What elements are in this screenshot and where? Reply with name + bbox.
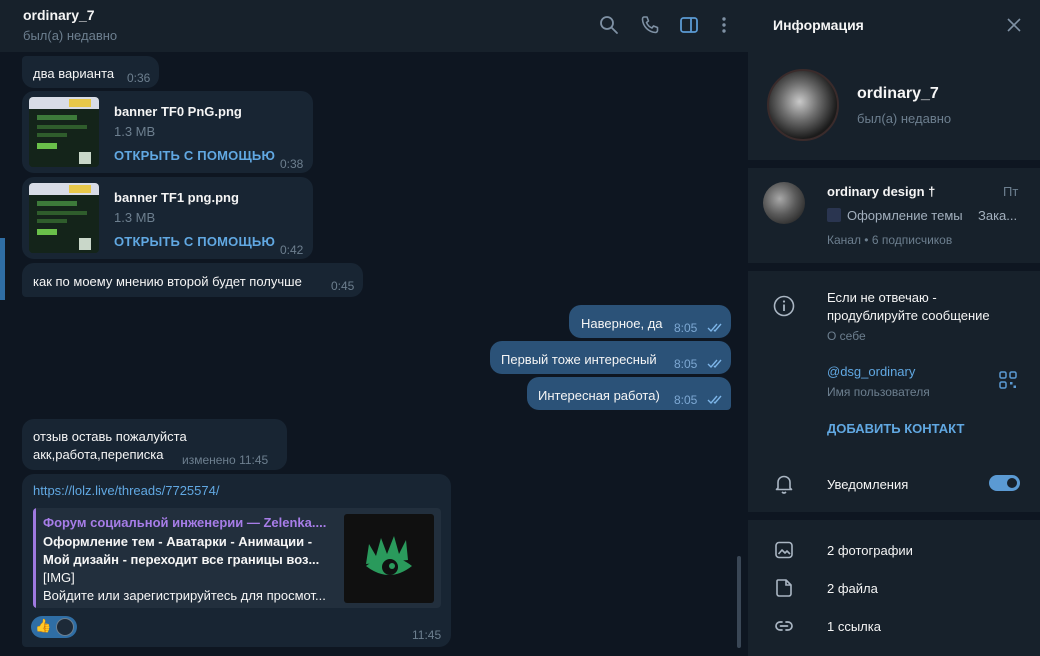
- preview-description: Войдите или зарегистрируйтесь для просмо…: [43, 588, 326, 603]
- channel-last-post-day: Пт: [1003, 184, 1019, 199]
- info-panel: Информация ordinary_7 был(а) недавно ord…: [748, 0, 1040, 656]
- link-preview[interactable]: Форум социальной инженерии — Zelenka....…: [33, 508, 441, 608]
- bio-text: продублируйте сообщение: [827, 308, 990, 323]
- reactor-avatar: [56, 618, 74, 636]
- selection-indicator: [0, 238, 5, 300]
- username-label: Имя пользователя: [827, 385, 930, 399]
- photo-icon: [772, 538, 796, 562]
- profile-name: ordinary_7: [857, 85, 939, 102]
- channel-last-post-extra: Зака...: [978, 208, 1018, 223]
- message-time: 0:45: [331, 279, 355, 293]
- message-time: 8:05: [674, 393, 698, 407]
- message-edited-time: изменено 11:45: [182, 453, 269, 467]
- file-thumbnail[interactable]: [29, 183, 99, 253]
- chat-title[interactable]: ordinary_7: [23, 7, 95, 23]
- profile-status: был(а) недавно: [857, 111, 952, 126]
- message-text: отзыв оставь пожалуйста: [33, 429, 187, 444]
- phone-icon[interactable]: [639, 14, 661, 36]
- message-outgoing[interactable]: Наверное, да 8:05: [569, 305, 731, 338]
- preview-title: Оформление тем - Аватарки - Анимации -: [43, 534, 313, 549]
- message-time: 0:36: [127, 71, 151, 85]
- channel-last-post: Оформление темы: [847, 208, 963, 223]
- channel-post-thumbnail: [827, 208, 841, 222]
- message-text: Интересная работа): [538, 388, 660, 403]
- message-incoming[interactable]: отзыв оставь пожалуйста акк,работа,переп…: [22, 419, 287, 470]
- message-text: два варианта: [33, 66, 115, 81]
- message-time: 0:42: [280, 243, 304, 257]
- chat-status: был(а) недавно: [23, 28, 118, 43]
- preview-title: Мой дизайн - переходит все границы воз..…: [43, 552, 320, 567]
- message-incoming[interactable]: два варианта 0:36: [22, 56, 159, 88]
- message-text: Первый тоже интересный: [501, 352, 657, 367]
- chat-header[interactable]: ordinary_7 был(а) недавно: [0, 0, 748, 52]
- message-time: 11:45: [412, 628, 442, 642]
- toggle-knob: [1005, 476, 1019, 490]
- message-time: 8:05: [674, 357, 698, 371]
- message-link[interactable]: https://lolz.live/threads/7725574/: [33, 483, 219, 498]
- preview-description: [IMG]: [43, 570, 75, 585]
- username[interactable]: @dsg_ordinary: [827, 364, 915, 379]
- qr-code-icon[interactable]: [998, 370, 1018, 390]
- notifications-label: Уведомления: [827, 477, 909, 492]
- bio-text: Если не отвечаю -: [827, 290, 937, 305]
- read-checkmarks-icon: [707, 359, 722, 369]
- divider: [748, 512, 1040, 520]
- file-thumbnail[interactable]: [29, 97, 99, 167]
- open-with-button[interactable]: ОТКРЫТЬ С ПОМОЩЬЮ: [114, 234, 275, 249]
- bell-icon: [772, 472, 796, 496]
- channel-name[interactable]: ordinary design †: [827, 184, 935, 199]
- link-icon: [772, 614, 796, 638]
- search-icon[interactable]: [598, 14, 620, 36]
- more-vertical-icon[interactable]: [713, 14, 735, 36]
- chat-area: ordinary_7 был(а) недавно два варианта 0…: [0, 0, 748, 656]
- file-icon: [772, 576, 796, 600]
- notifications-toggle[interactable]: [989, 475, 1020, 491]
- channel-subtitle: Канал • 6 подписчиков: [827, 233, 953, 247]
- channel-avatar[interactable]: [763, 182, 805, 224]
- message-text: акк,работа,переписка: [33, 447, 164, 462]
- divider: [748, 160, 1040, 168]
- shared-photos-link[interactable]: 2 фотографии: [827, 543, 913, 558]
- shared-files-link[interactable]: 2 файла: [827, 581, 878, 596]
- preview-accent-bar: [33, 508, 36, 608]
- file-name: banner TF0 PnG.png: [114, 104, 242, 119]
- preview-image[interactable]: [344, 514, 434, 603]
- read-checkmarks-icon: [707, 323, 722, 333]
- avatar[interactable]: [767, 69, 839, 141]
- message-text: как по моему мнению второй будет получше: [33, 274, 302, 289]
- sidebar-toggle-icon[interactable]: [678, 14, 700, 36]
- close-icon[interactable]: [1005, 16, 1023, 34]
- info-icon: [772, 294, 796, 318]
- bio-label: О себе: [827, 329, 866, 343]
- read-checkmarks-icon: [707, 395, 722, 405]
- message-outgoing[interactable]: Интересная работа) 8:05: [527, 377, 731, 410]
- shared-links-link[interactable]: 1 ссылка: [827, 619, 881, 634]
- message-text: Наверное, да: [581, 316, 663, 331]
- message-outgoing[interactable]: Первый тоже интересный 8:05: [490, 341, 731, 374]
- chat-scrollbar[interactable]: [737, 556, 741, 648]
- divider: [748, 263, 1040, 271]
- thumbs-up-icon: 👍: [35, 618, 52, 633]
- info-panel-title: Информация: [773, 17, 864, 33]
- file-message[interactable]: banner TF1 png.png 1.3 MB ОТКРЫТЬ С ПОМО…: [22, 177, 313, 259]
- file-name: banner TF1 png.png: [114, 190, 239, 205]
- open-with-button[interactable]: ОТКРЫТЬ С ПОМОЩЬЮ: [114, 148, 275, 163]
- message-incoming[interactable]: как по моему мнению второй будет получше…: [22, 263, 363, 297]
- file-message[interactable]: banner TF0 PnG.png 1.3 MB ОТКРЫТЬ С ПОМО…: [22, 91, 313, 173]
- preview-site-name: Форум социальной инженерии — Zelenka....: [43, 515, 327, 530]
- reaction-badge[interactable]: 👍: [31, 616, 77, 638]
- file-size: 1.3 MB: [114, 124, 156, 139]
- file-size: 1.3 MB: [114, 210, 156, 225]
- message-time: 0:38: [280, 157, 304, 171]
- add-contact-button[interactable]: ДОБАВИТЬ КОНТАКТ: [827, 421, 964, 436]
- message-time: 8:05: [674, 321, 698, 335]
